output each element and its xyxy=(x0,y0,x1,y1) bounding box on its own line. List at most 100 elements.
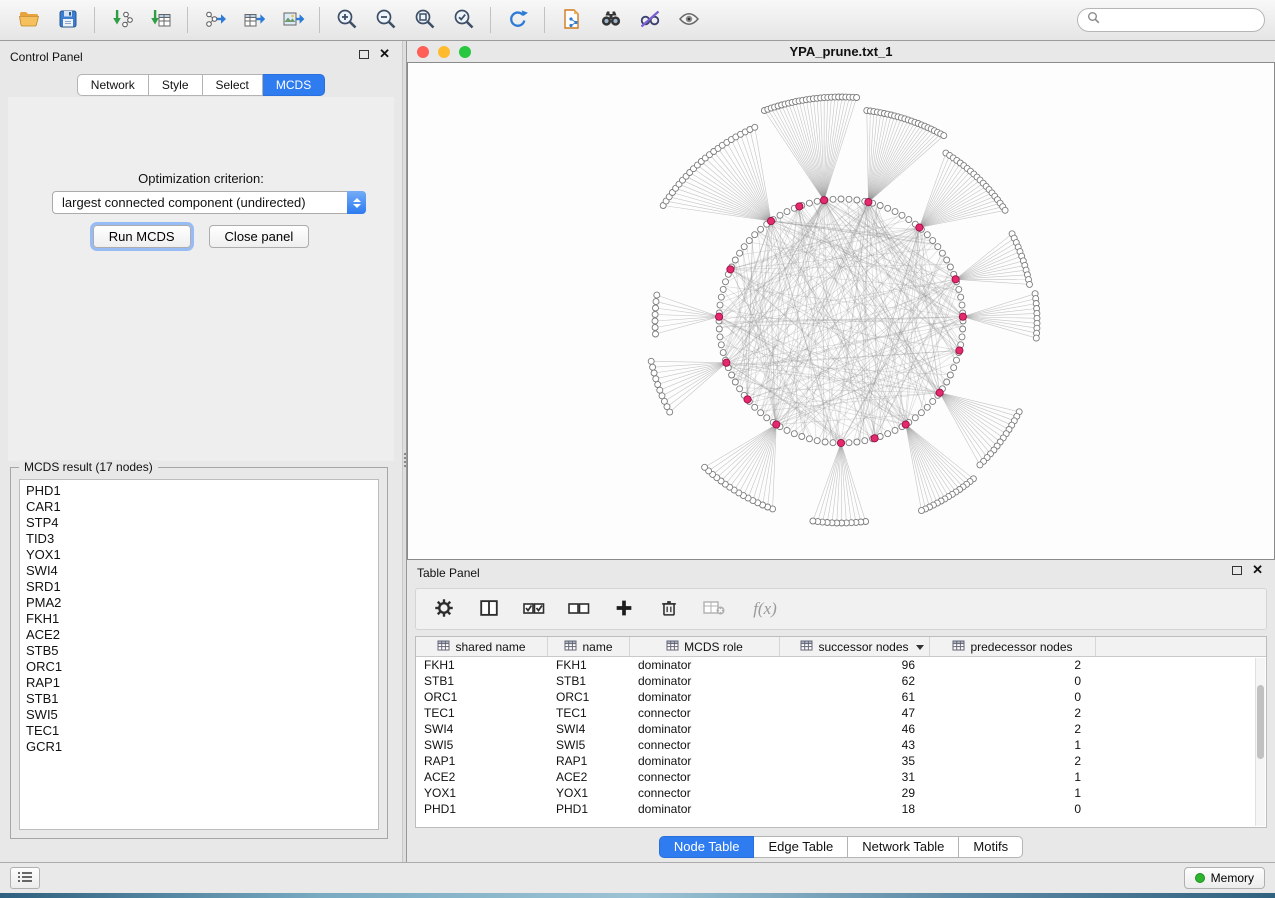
column-header-MCDS-role[interactable]: MCDS role xyxy=(630,637,780,656)
share-document-button[interactable] xyxy=(553,4,590,36)
table-row[interactable]: STB1STB1dominator620 xyxy=(416,673,1266,689)
show-columns-button[interactable] xyxy=(475,594,503,624)
export-table-button[interactable] xyxy=(235,4,272,36)
control-panel: Control Panel ✕ NetworkStyleSelectMCDS O… xyxy=(0,41,402,862)
optimization-criterion-select[interactable]: largest connected component (undirected) xyxy=(52,191,366,214)
table-row[interactable]: RAP1RAP1dominator352 xyxy=(416,753,1266,769)
optimization-criterion-label: Optimization criterion: xyxy=(8,171,394,186)
sort-dropdown-icon[interactable] xyxy=(916,645,924,650)
mcds-result-item[interactable]: SWI4 xyxy=(26,563,378,579)
zoom-out-button[interactable] xyxy=(367,4,404,36)
cell-predecessor-nodes: 0 xyxy=(930,690,1096,704)
cell-MCDS-role: dominator xyxy=(630,802,780,816)
cell-successor-nodes: 43 xyxy=(780,738,930,752)
close-panel-button[interactable]: ✕ xyxy=(379,49,390,59)
float-panel-button[interactable] xyxy=(359,50,369,59)
mcds-result-item[interactable]: ORC1 xyxy=(26,659,378,675)
table-row[interactable]: ORC1ORC1dominator610 xyxy=(416,689,1266,705)
search-input[interactable] xyxy=(1105,13,1260,27)
save-button[interactable] xyxy=(49,4,86,36)
show-selection-button[interactable] xyxy=(670,4,707,36)
table-row[interactable]: FKH1FKH1dominator962 xyxy=(416,657,1266,673)
mcds-result-item[interactable]: PHD1 xyxy=(26,483,378,499)
tab-motifs[interactable]: Motifs xyxy=(959,836,1023,858)
tab-style[interactable]: Style xyxy=(149,74,203,96)
close-table-panel-button[interactable]: ✕ xyxy=(1252,565,1263,575)
hide-selection-button[interactable] xyxy=(631,4,668,36)
network-window-titlebar[interactable]: YPA_prune.txt_1 xyxy=(407,41,1275,62)
zoom-selected-button[interactable] xyxy=(445,4,482,36)
tab-edge-table[interactable]: Edge Table xyxy=(754,836,848,858)
tab-node-table[interactable]: Node Table xyxy=(659,836,755,858)
table-row[interactable]: ACE2ACE2connector311 xyxy=(416,769,1266,785)
refresh-button[interactable] xyxy=(499,4,536,36)
cell-successor-nodes: 18 xyxy=(780,802,930,816)
cell-predecessor-nodes: 1 xyxy=(930,738,1096,752)
scrollbar-thumb[interactable] xyxy=(1257,685,1264,759)
zoom-in-icon xyxy=(335,7,359,34)
zoom-fit-button[interactable] xyxy=(406,4,443,36)
mcds-result-item[interactable]: PMA2 xyxy=(26,595,378,611)
cell-MCDS-role: dominator xyxy=(630,658,780,672)
export-image-button[interactable] xyxy=(274,4,311,36)
table-row[interactable]: PHD1PHD1dominator180 xyxy=(416,801,1266,817)
mcds-result-item[interactable]: TID3 xyxy=(26,531,378,547)
deselect-all-button[interactable] xyxy=(565,594,593,624)
memory-button[interactable]: Memory xyxy=(1184,867,1265,889)
column-type-icon xyxy=(564,640,577,654)
mcds-result-item[interactable]: STP4 xyxy=(26,515,378,531)
mcds-result-item[interactable]: SRD1 xyxy=(26,579,378,595)
search-network-button[interactable] xyxy=(592,4,629,36)
network-window-title: YPA_prune.txt_1 xyxy=(407,44,1275,59)
column-label: name xyxy=(582,640,612,654)
table-scrollbar[interactable] xyxy=(1255,658,1265,826)
mcds-result-item[interactable]: TEC1 xyxy=(26,723,378,739)
table-row[interactable]: SWI4SWI4dominator462 xyxy=(416,721,1266,737)
columns-icon xyxy=(478,597,500,622)
mcds-result-item[interactable]: RAP1 xyxy=(26,675,378,691)
open-folder-button[interactable] xyxy=(10,4,47,36)
mcds-result-title: MCDS result (17 nodes) xyxy=(19,460,158,474)
close-panel-button-mcds[interactable]: Close panel xyxy=(209,225,310,248)
cell-predecessor-nodes: 1 xyxy=(930,770,1096,784)
mcds-result-item[interactable]: STB5 xyxy=(26,643,378,659)
mcds-result-item[interactable]: FKH1 xyxy=(26,611,378,627)
cell-shared-name: PHD1 xyxy=(416,802,548,816)
delete-column-button[interactable] xyxy=(655,594,683,624)
table-row[interactable]: YOX1YOX1connector291 xyxy=(416,785,1266,801)
show-panels-button[interactable] xyxy=(10,867,40,889)
mcds-result-item[interactable]: CAR1 xyxy=(26,499,378,515)
select-all-button[interactable] xyxy=(520,594,548,624)
table-row[interactable]: TEC1TEC1connector472 xyxy=(416,705,1266,721)
mcds-result-item[interactable]: SWI5 xyxy=(26,707,378,723)
tab-select[interactable]: Select xyxy=(203,74,263,96)
cell-name: ORC1 xyxy=(548,690,630,704)
mcds-result-item[interactable]: ACE2 xyxy=(26,627,378,643)
eye-icon xyxy=(677,7,701,34)
column-header-successor-nodes[interactable]: successor nodes xyxy=(780,637,930,656)
tab-network-table[interactable]: Network Table xyxy=(848,836,959,858)
import-table-button[interactable] xyxy=(142,4,179,36)
add-column-button[interactable] xyxy=(610,594,638,624)
table-row[interactable]: SWI5SWI5connector431 xyxy=(416,737,1266,753)
function-builder-button[interactable]: f(x) xyxy=(745,594,785,624)
zoom-in-button[interactable] xyxy=(328,4,365,36)
column-header-name[interactable]: name xyxy=(548,637,630,656)
run-mcds-button[interactable]: Run MCDS xyxy=(93,225,191,248)
tab-mcds[interactable]: MCDS xyxy=(263,74,325,96)
mcds-result-item[interactable]: STB1 xyxy=(26,691,378,707)
column-header-predecessor-nodes[interactable]: predecessor nodes xyxy=(930,637,1096,656)
table-settings-button[interactable] xyxy=(430,594,458,624)
column-header-shared-name[interactable]: shared name xyxy=(416,637,548,656)
application-window: Control Panel ✕ NetworkStyleSelectMCDS O… xyxy=(0,0,1275,898)
cell-successor-nodes: 47 xyxy=(780,706,930,720)
network-canvas[interactable] xyxy=(407,62,1275,560)
delete-table-button[interactable] xyxy=(700,594,728,624)
export-table-icon xyxy=(242,7,266,34)
export-network-button[interactable] xyxy=(196,4,233,36)
import-network-button[interactable] xyxy=(103,4,140,36)
float-table-panel-button[interactable] xyxy=(1232,566,1242,575)
tab-network[interactable]: Network xyxy=(77,74,149,96)
mcds-result-item[interactable]: YOX1 xyxy=(26,547,378,563)
mcds-result-item[interactable]: GCR1 xyxy=(26,739,378,755)
